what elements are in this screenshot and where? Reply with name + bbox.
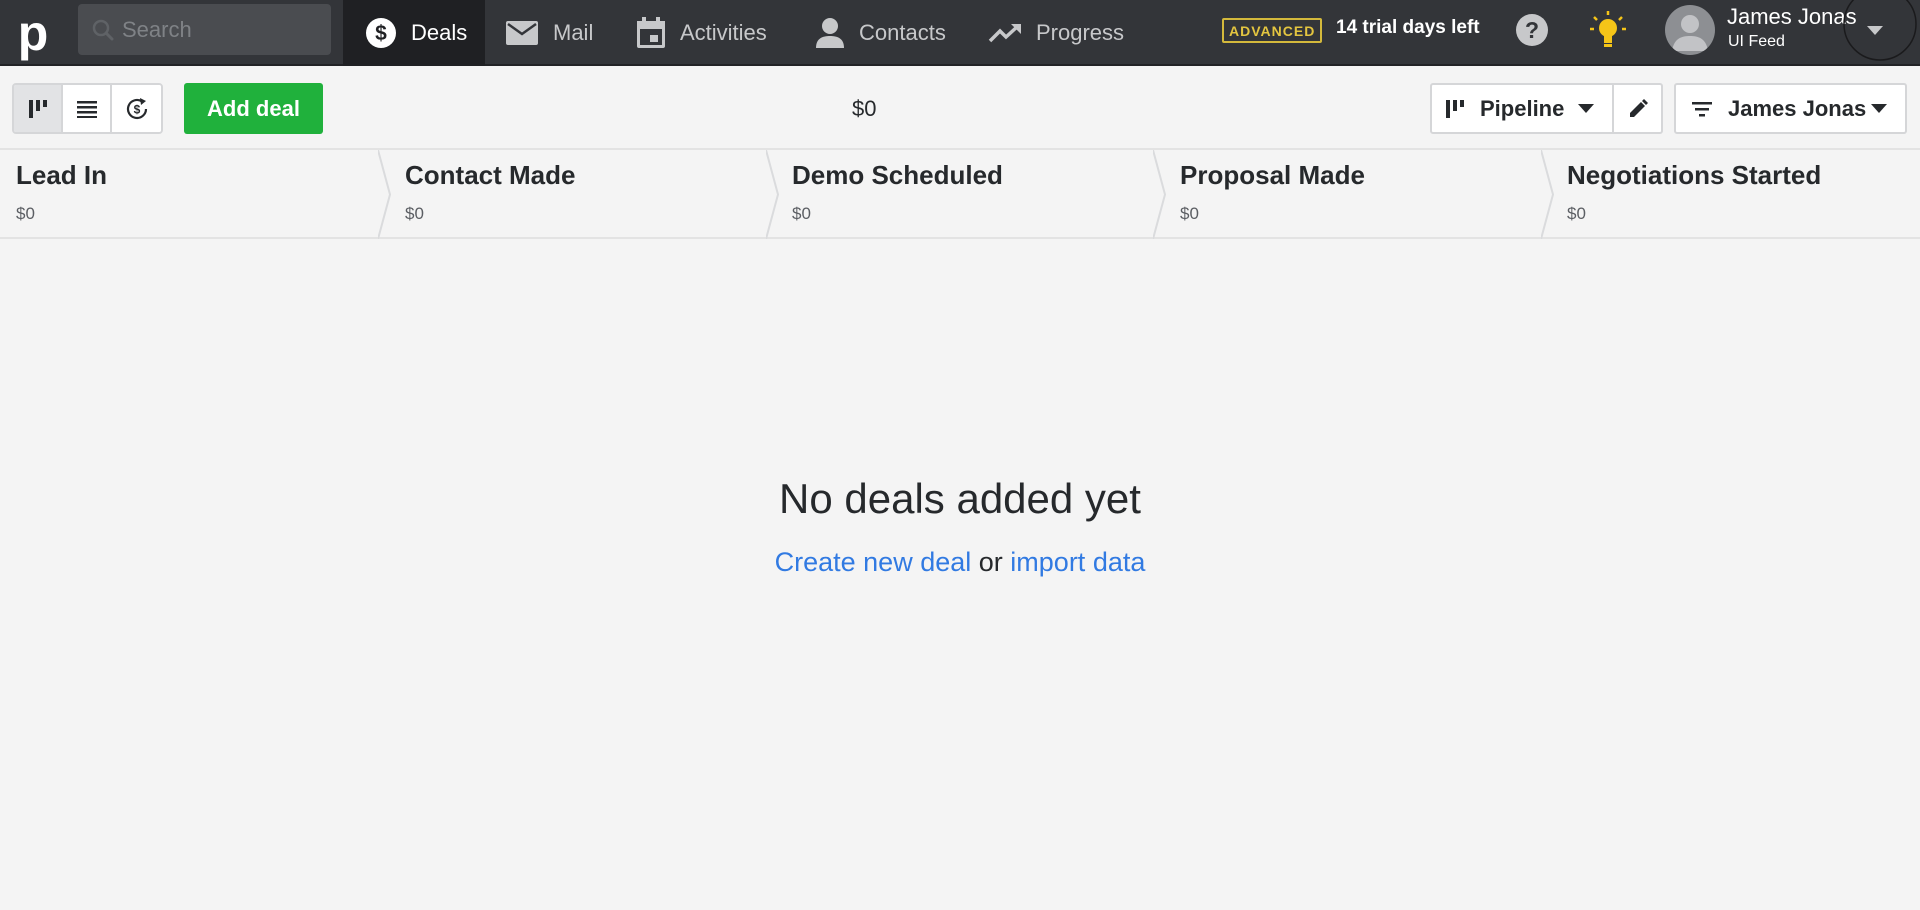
trend-up-icon: [988, 24, 1021, 43]
kanban-icon: [1446, 99, 1464, 118]
owner-filter-select[interactable]: James Jonas: [1674, 83, 1907, 134]
pencil-icon: [1629, 98, 1648, 117]
user-menu-button[interactable]: [1840, 0, 1920, 66]
user-avatar-icon: [1672, 15, 1708, 51]
nav-deals[interactable]: $ Deals: [343, 0, 485, 66]
empty-state-actions: Create new deal or import data: [0, 547, 1920, 578]
stage-name: Lead In: [16, 160, 108, 190]
chevron-down-icon: [1578, 104, 1594, 113]
pipeline-total-value: $0: [852, 96, 877, 121]
search-input[interactable]: [122, 16, 322, 43]
forecast-view-button[interactable]: $: [112, 85, 161, 132]
lightbulb-icon: [1590, 11, 1626, 47]
nav-contacts[interactable]: Contacts: [815, 0, 946, 66]
stage-name: Proposal Made: [1180, 160, 1365, 190]
pipeline-stages: Lead In $0 Contact Made $0 Demo Schedule…: [0, 150, 1920, 239]
help-button[interactable]: ?: [1514, 12, 1550, 48]
stage-amount: $0: [1180, 204, 1199, 223]
stage-lead-in[interactable]: Lead In $0: [0, 150, 380, 239]
nav-progress[interactable]: Progress: [988, 0, 1124, 66]
mail-icon: [506, 21, 538, 45]
dollar-circle-icon: $: [366, 18, 396, 48]
stage-demo-scheduled[interactable]: Demo Scheduled $0: [776, 150, 1156, 239]
pipeline-select[interactable]: Pipeline: [1430, 83, 1614, 134]
add-deal-button[interactable]: Add deal: [184, 83, 323, 134]
owner-filter-label: James Jonas: [1728, 95, 1867, 121]
svg-text:?: ?: [1525, 17, 1539, 43]
stage-amount: $0: [405, 204, 424, 223]
nav-activities[interactable]: Activities: [636, 0, 767, 66]
chevron-down-icon: [1871, 104, 1887, 113]
calendar-icon: [637, 17, 665, 48]
empty-state-or: or: [978, 547, 1003, 577]
nav-progress-label: Progress: [1036, 20, 1125, 45]
pipeline-view-button[interactable]: [14, 85, 63, 132]
tips-button[interactable]: [1588, 8, 1628, 52]
forecast-dollar-icon: $: [126, 97, 147, 119]
empty-state-title: No deals added yet: [779, 475, 1141, 522]
svg-text:$: $: [375, 22, 387, 45]
view-switcher: $: [12, 83, 163, 134]
pipeline-select-label: Pipeline: [1480, 95, 1565, 121]
user-name[interactable]: James Jonas: [1727, 4, 1857, 30]
create-new-deal-link[interactable]: Create new deal: [775, 547, 972, 577]
stage-contact-made[interactable]: Contact Made $0: [388, 150, 768, 239]
caret-down-icon: [1843, 0, 1917, 61]
stage-name: Negotiations Started: [1567, 160, 1822, 190]
nav-activities-label: Activities: [680, 20, 767, 45]
question-circle-icon: ?: [1516, 14, 1548, 46]
stage-amount: $0: [1567, 204, 1586, 223]
trial-days-text[interactable]: 14 trial days left: [1336, 17, 1480, 39]
svg-text:$: $: [133, 102, 140, 116]
stage-amount: $0: [16, 204, 35, 223]
nav-contacts-label: Contacts: [859, 20, 946, 45]
plan-badge[interactable]: ADVANCED: [1222, 18, 1323, 43]
pipedrive-logo-icon[interactable]: p: [10, 6, 56, 60]
nav-mail-label: Mail: [553, 20, 594, 45]
logo-letter: p: [17, 5, 49, 61]
deals-toolbar: $ Add deal $0 Pipeline James Jonas: [0, 66, 1920, 150]
stage-name: Contact Made: [405, 160, 576, 190]
stage-negotiations-started[interactable]: Negotiations Started $0: [1551, 150, 1920, 239]
user-company[interactable]: UI Feed: [1728, 33, 1785, 51]
list-icon: [76, 100, 97, 118]
kanban-icon: [28, 99, 47, 118]
nav-mail[interactable]: Mail: [505, 0, 593, 66]
person-icon: [816, 18, 844, 48]
list-view-button[interactable]: [63, 85, 112, 132]
avatar[interactable]: [1665, 5, 1715, 55]
import-data-link[interactable]: import data: [1010, 547, 1145, 577]
edit-pipeline-button[interactable]: [1612, 83, 1663, 134]
filter-icon: [1692, 101, 1712, 116]
top-navigation-bar: p $ Deals Mail Activities Contacts Progr…: [0, 0, 1920, 66]
stage-amount: $0: [792, 204, 811, 223]
nav-deals-label: Deals: [411, 20, 468, 45]
search-icon: [92, 19, 114, 40]
stage-proposal-made[interactable]: Proposal Made $0: [1163, 150, 1543, 239]
search-box[interactable]: [78, 4, 331, 55]
stage-name: Demo Scheduled: [792, 160, 1003, 190]
